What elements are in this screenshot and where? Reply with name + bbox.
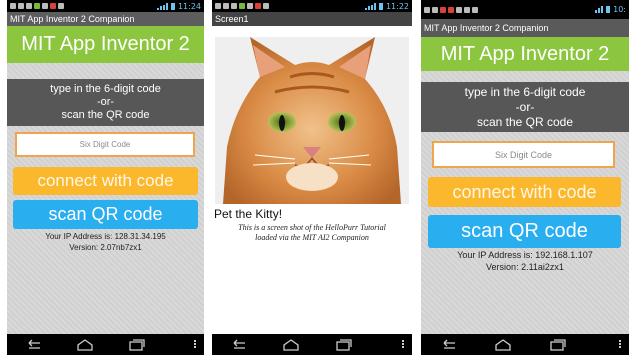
notification-icon xyxy=(34,3,40,9)
notification-icon xyxy=(263,3,269,9)
battery-icon xyxy=(378,2,383,10)
ip-address-text: Your IP Address is: 192.168.1.107 xyxy=(457,250,593,260)
recent-apps-icon[interactable] xyxy=(333,338,353,351)
six-digit-code-input[interactable] xyxy=(432,141,615,168)
notification-icon xyxy=(472,6,478,13)
notification-icon xyxy=(247,3,253,9)
instruction-line: type in the 6-digit code xyxy=(50,83,161,95)
connect-with-code-button[interactable]: connect with code xyxy=(13,167,198,195)
cat-photo[interactable] xyxy=(215,37,409,204)
status-bar: 11:24 xyxy=(7,0,204,12)
status-time: 10: xyxy=(613,5,626,14)
app-header: MIT App Inventor 2 xyxy=(7,26,204,63)
notification-icon xyxy=(26,3,32,9)
status-time: 11:22 xyxy=(385,1,409,11)
phone-screen-hellopurr: 11:22 Screen1 Pet the Kitty! This is a s… xyxy=(212,0,412,355)
connect-with-code-button[interactable]: connect with code xyxy=(428,177,621,207)
notification-icon xyxy=(223,3,229,9)
app-title-bar: MIT App Inventor 2 Companion xyxy=(7,12,204,26)
home-icon[interactable] xyxy=(75,338,95,351)
notification-icon xyxy=(42,3,48,9)
scan-qr-code-button[interactable]: scan QR code xyxy=(13,200,198,229)
menu-icon[interactable] xyxy=(619,340,621,349)
version-text: Version: 2.07nb7zx1 xyxy=(69,243,142,252)
signal-icon xyxy=(364,2,376,10)
notification-icon xyxy=(432,6,438,13)
notification-icon xyxy=(255,3,261,9)
app-title-bar: Screen1 xyxy=(212,12,412,26)
wifi-icon xyxy=(595,6,604,13)
caption-line: This is a screen shot of the HelloPurr T… xyxy=(238,223,386,232)
app-title-bar: MIT App Inventor 2 Companion xyxy=(421,19,629,37)
notification-icon xyxy=(231,3,237,9)
menu-icon[interactable] xyxy=(194,340,196,349)
instructions-panel: type in the 6-digit code -or- scan the Q… xyxy=(421,82,629,132)
recent-apps-icon[interactable] xyxy=(547,338,567,351)
instructions-panel: type in the 6-digit code -or- scan the Q… xyxy=(7,79,204,126)
instruction-line: scan the QR code xyxy=(476,115,574,129)
notification-icon xyxy=(10,3,16,9)
notification-icon xyxy=(464,6,470,13)
home-icon[interactable] xyxy=(493,338,513,351)
menu-icon[interactable] xyxy=(402,340,404,349)
six-digit-code-input[interactable] xyxy=(15,132,195,157)
notification-icon xyxy=(456,6,462,13)
scan-qr-code-button[interactable]: scan QR code xyxy=(428,215,621,248)
notification-icon xyxy=(424,6,430,13)
notification-icon xyxy=(18,3,24,9)
status-bar: 10: xyxy=(421,0,629,19)
navigation-bar xyxy=(212,334,412,355)
notification-icon xyxy=(215,3,221,9)
caption-title: Pet the Kitty! xyxy=(214,207,283,221)
app-header: MIT App Inventor 2 xyxy=(421,37,629,71)
notification-icon xyxy=(58,3,64,9)
recent-apps-icon[interactable] xyxy=(126,338,146,351)
phone-screen-companion-1: 11:24 MIT App Inventor 2 Companion MIT A… xyxy=(7,0,204,355)
ip-address-text: Your IP Address is: 128.31.34.195 xyxy=(45,232,166,241)
instruction-line: type in the 6-digit code xyxy=(464,85,586,99)
status-bar: 11:22 xyxy=(212,0,412,12)
status-time: 11:24 xyxy=(177,1,201,11)
signal-icon xyxy=(156,2,168,10)
notification-icons xyxy=(424,6,478,13)
phone-screen-companion-2: 10: MIT App Inventor 2 Companion MIT App… xyxy=(421,0,629,355)
back-icon[interactable] xyxy=(228,339,248,351)
back-icon[interactable] xyxy=(23,339,43,351)
navigation-bar xyxy=(7,334,204,355)
instruction-line: -or- xyxy=(96,96,115,108)
instruction-line: -or- xyxy=(515,100,535,114)
back-icon[interactable] xyxy=(438,339,458,351)
caption-line: loaded via the MIT AI2 Companion xyxy=(255,233,369,242)
navigation-bar xyxy=(421,334,629,355)
notification-icon xyxy=(440,6,446,13)
version-text: Version: 2.11ai2zx1 xyxy=(486,262,564,272)
home-icon[interactable] xyxy=(281,338,301,351)
caption-text: This is a screen shot of the HelloPurr T… xyxy=(216,223,408,243)
notification-icons xyxy=(10,3,64,9)
notification-icon xyxy=(239,3,245,9)
notification-icon xyxy=(50,3,56,9)
instruction-line: scan the QR code xyxy=(61,109,150,121)
notification-icons xyxy=(215,3,269,9)
notification-icon xyxy=(448,6,454,13)
battery-icon xyxy=(170,2,175,10)
battery-icon xyxy=(606,6,611,13)
